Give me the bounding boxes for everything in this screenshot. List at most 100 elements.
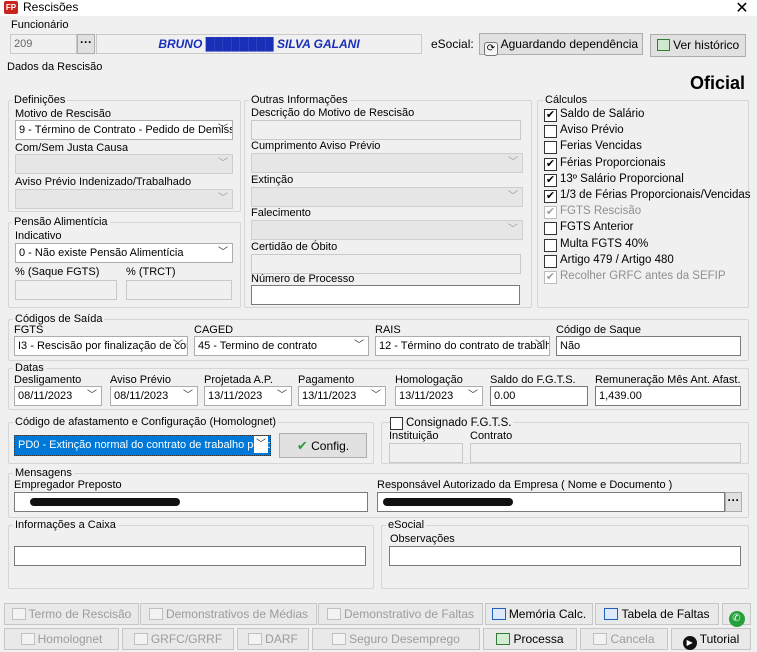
processa-label: Processa <box>513 632 564 646</box>
projetada-value: 13/11/2023 <box>208 390 263 402</box>
afastamento-select[interactable]: PD0 - Extinção normal do contrato de tra… <box>14 435 271 456</box>
preposto-field[interactable] <box>14 492 368 512</box>
pagamento-date[interactable]: 13/11/2023 ﹀ <box>298 386 386 406</box>
responsavel-field[interactable] <box>377 492 725 512</box>
seguro-desemprego-label: Seguro Desemprego <box>349 632 460 646</box>
funcionario-search-button[interactable]: ··· <box>77 34 95 54</box>
history-icon <box>656 39 670 51</box>
motivo-label: Motivo de Rescisão <box>15 108 111 120</box>
tutorial-button[interactable]: ▶ Tutorial <box>671 628 751 650</box>
caged-select[interactable]: 45 - Termino de contrato ﹀ <box>194 336 369 356</box>
consignado-checkbox[interactable] <box>390 417 403 430</box>
calculo-checkbox[interactable] <box>544 222 557 235</box>
trct-field[interactable] <box>126 280 232 300</box>
demonstrativos-medias-button[interactable]: Demonstrativos de Médias <box>140 603 317 625</box>
indicativo-select[interactable]: 0 - Não existe Pensão Alimentícia ﹀ <box>15 243 233 263</box>
whatsapp-button[interactable]: ✆ <box>722 603 751 627</box>
cumprimento-select[interactable]: ﹀ <box>251 153 523 173</box>
observacoes-label: Observações <box>390 533 455 545</box>
tabela-faltas-button[interactable]: Tabela de Faltas <box>595 603 719 625</box>
termo-rescisao-button[interactable]: Termo de Rescisão <box>4 603 139 625</box>
processo-field[interactable] <box>251 285 520 305</box>
calculo-label: Artigo 479 / Artigo 480 <box>560 254 674 266</box>
rais-select[interactable]: 12 - Término do contrato de trabalho ﹀ <box>375 336 550 356</box>
responsavel-search-button[interactable]: ··· <box>725 492 742 512</box>
calculo-checkbox[interactable]: ✔ <box>544 206 557 219</box>
esocial-label: eSocial: <box>431 37 474 51</box>
config-button[interactable]: ✔ Config. <box>279 433 367 458</box>
justa-causa-select[interactable]: ﹀ <box>15 154 233 174</box>
caixa-field[interactable] <box>14 546 366 566</box>
calculo-checkbox[interactable] <box>544 141 557 154</box>
calculo-checkbox[interactable]: ✔ <box>544 158 557 171</box>
saque-fgts-field[interactable] <box>15 280 117 300</box>
chevron-down-icon: ﹀ <box>183 390 193 401</box>
descricao-field[interactable] <box>251 120 521 140</box>
desligamento-label: Desligamento <box>14 374 82 386</box>
instituicao-field[interactable] <box>389 443 463 463</box>
esocial-status-label: Aguardando dependência <box>500 37 639 51</box>
app-logo-icon: FP <box>4 1 18 14</box>
homologacao-date[interactable]: 13/11/2023 ﹀ <box>395 386 483 406</box>
funcionario-code-field[interactable]: 209 <box>10 34 77 54</box>
demonstrativo-faltas-label: Demonstrativo de Faltas <box>343 607 475 621</box>
grfc-grrf-button[interactable]: GRFC/GRRF <box>122 628 234 650</box>
projetada-date[interactable]: 13/11/2023 ﹀ <box>204 386 292 406</box>
certidao-field[interactable] <box>251 254 521 274</box>
calculo-label: Saldo de Salário <box>560 108 645 120</box>
aviso-select[interactable]: ﹀ <box>15 189 233 209</box>
saldo-fgts-field[interactable]: 0.00 <box>490 386 588 406</box>
chevron-down-icon: ﹀ <box>218 193 228 204</box>
falecimento-label: Falecimento <box>251 207 311 219</box>
afastamento-title: Código de afastamento e Configuração (Ho… <box>13 416 279 428</box>
remuneracao-label: Remuneração Mês Ant. Afast. <box>595 374 741 386</box>
chevron-down-icon: ﹀ <box>218 247 228 258</box>
darf-button[interactable]: DARF <box>237 628 309 650</box>
chevron-down-icon: ﹀ <box>218 124 228 135</box>
fgts-select[interactable]: I3 - Rescisão por finalização de contrat… <box>14 336 188 356</box>
descricao-label: Descrição do Motivo de Rescisão <box>251 107 415 119</box>
esocial-status-button[interactable]: ⟳ Aguardando dependência <box>479 33 643 56</box>
tabela-faltas-label: Tabela de Faltas <box>621 607 710 621</box>
calculo-checkbox[interactable] <box>544 239 557 252</box>
cancel-icon <box>593 633 608 645</box>
observacoes-field[interactable] <box>389 546 741 566</box>
chevron-down-icon: ﹀ <box>354 340 364 351</box>
processa-button[interactable]: Processa <box>483 628 577 650</box>
chevron-down-icon: ﹀ <box>277 390 287 401</box>
chevron-down-icon: ﹀ <box>468 390 478 401</box>
desligamento-date[interactable]: 08/11/2023 ﹀ <box>14 386 102 406</box>
calculo-checkbox[interactable]: ✔ <box>544 271 557 284</box>
print-icon <box>248 633 263 645</box>
cancela-button[interactable]: Cancela <box>580 628 668 650</box>
motivo-select[interactable]: 9 - Término de Contrato - Pedido de Demi… <box>15 120 233 140</box>
pagamento-label: Pagamento <box>298 374 355 386</box>
chevron-down-icon: ﹀ <box>371 390 381 401</box>
saque-codigo-field[interactable]: Não <box>556 336 741 356</box>
ver-historico-button[interactable]: Ver histórico <box>650 34 746 57</box>
memoria-calc-button[interactable]: Memória Calc. <box>485 603 593 625</box>
calculo-checkbox[interactable]: ✔ <box>544 174 557 187</box>
definicoes-title: Definições <box>12 94 68 106</box>
aviso-previo-date[interactable]: 08/11/2023 ﹀ <box>110 386 198 406</box>
homolognet-button[interactable]: Homolognet <box>4 628 119 650</box>
extincao-label: Extinção <box>251 174 294 186</box>
contrato-field[interactable] <box>470 443 741 463</box>
calculo-checkbox[interactable] <box>544 125 557 138</box>
calculo-checkbox[interactable]: ✔ <box>544 190 557 203</box>
document-icon <box>491 608 506 620</box>
caixa-title: Informações a Caixa <box>13 519 118 531</box>
dados-rescisao-label: Dados da Rescisão <box>7 61 103 73</box>
calculo-label: 1/3 de Férias Proporcionais/Vencidas <box>560 189 751 201</box>
close-icon[interactable]: ✕ <box>732 0 752 18</box>
seguro-desemprego-button[interactable]: Seguro Desemprego <box>312 628 480 650</box>
demonstrativo-faltas-button[interactable]: Demonstrativo de Faltas <box>318 603 483 625</box>
calculo-checkbox[interactable]: ✔ <box>544 109 557 122</box>
calculo-checkbox[interactable] <box>544 255 557 268</box>
title-bar: FP Rescisões ✕ <box>0 0 757 18</box>
remuneracao-field[interactable]: 1,439.00 <box>595 386 741 406</box>
extincao-select[interactable]: ﹀ <box>251 187 523 207</box>
datas-title: Datas <box>13 362 46 374</box>
falecimento-select[interactable]: ﹀ <box>251 220 523 240</box>
calculo-label: Férias Proporcionais <box>560 157 666 169</box>
